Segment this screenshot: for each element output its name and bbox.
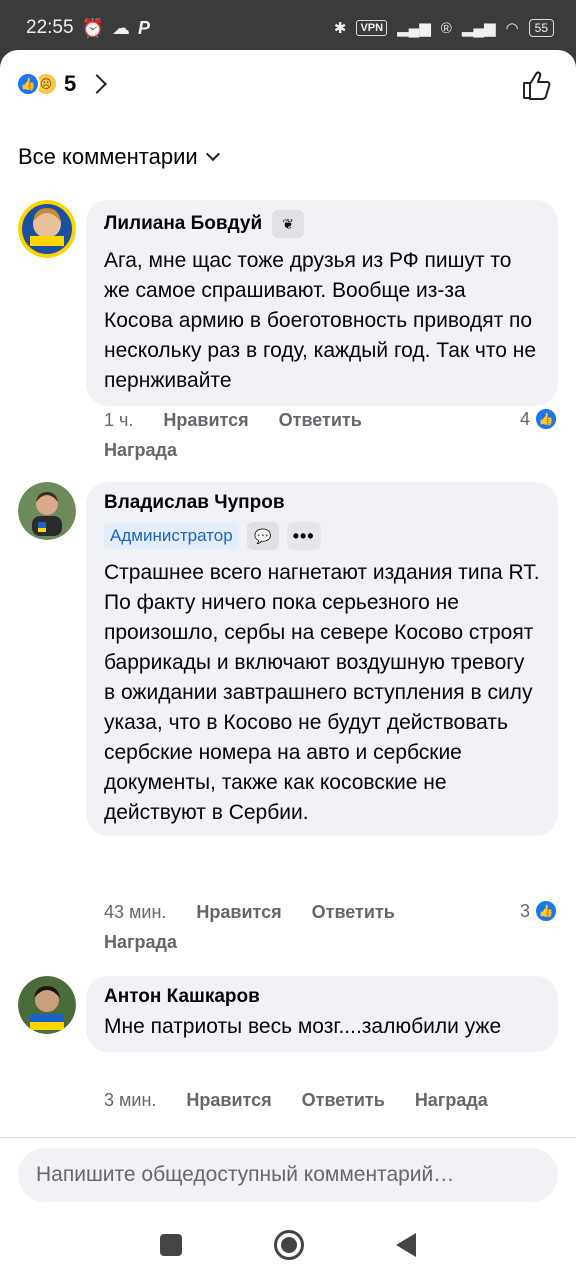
- comments-sheet: 👍 ☹ 5 Все комментарии Лилиана Бовдуй ❦ А…: [0, 50, 576, 1280]
- reply-action[interactable]: Ответить: [279, 410, 362, 431]
- top-fan-badge-icon[interactable]: ❦: [272, 210, 305, 238]
- comment-filter-dropdown[interactable]: Все комментарии: [18, 144, 220, 170]
- system-navigation-bar: [0, 1210, 576, 1280]
- comment-input-placeholder: Напишите общедоступный комментарий…: [36, 1163, 455, 1186]
- award-action[interactable]: Награда: [415, 1090, 488, 1111]
- comment-input[interactable]: Напишите общедоступный комментарий…: [18, 1148, 558, 1202]
- chevron-down-icon: [205, 146, 220, 162]
- like-button[interactable]: [520, 68, 554, 102]
- status-time: 22:55: [26, 17, 74, 38]
- comment-actions: 3 мин. Нравится Ответить Награда: [104, 1090, 488, 1111]
- comment-author[interactable]: Лилиана Бовдуй: [104, 213, 262, 235]
- chevron-right-icon: [87, 74, 108, 94]
- battery-indicator: 55: [528, 19, 554, 37]
- app-p-icon: P: [137, 17, 150, 38]
- like-reaction-icon: 👍: [534, 899, 558, 923]
- avatar[interactable]: [18, 200, 76, 258]
- comment-actions: 43 мин. Нравится Ответить: [104, 902, 395, 923]
- like-reaction-icon: 👍: [16, 72, 40, 96]
- award-action[interactable]: Награда: [104, 932, 177, 953]
- reply-action[interactable]: Ответить: [312, 902, 395, 923]
- signal-icon-2: ▂▄▆: [461, 20, 496, 37]
- comment-like-count[interactable]: 4 👍: [520, 407, 558, 431]
- comment-time[interactable]: 1 ч.: [104, 410, 133, 431]
- avatar[interactable]: [18, 976, 76, 1034]
- conversation-starter-badge-icon[interactable]: 💬: [246, 522, 279, 550]
- comment-time[interactable]: 3 мин.: [104, 1090, 156, 1111]
- admin-badge[interactable]: Администратор: [104, 523, 239, 549]
- alarm-icon: ⏰: [81, 17, 104, 38]
- filter-label: Все комментарии: [18, 144, 198, 169]
- comment-time[interactable]: 43 мин.: [104, 902, 166, 923]
- comment-text: Мне патриоты весь мозг....залюбили уже: [104, 1015, 502, 1038]
- comment-like-count[interactable]: 3 👍: [520, 899, 558, 923]
- like-action[interactable]: Нравится: [163, 410, 248, 431]
- vpn-badge: VPN: [356, 20, 388, 36]
- like-action[interactable]: Нравится: [196, 902, 281, 923]
- comment-actions: 1 ч. Нравится Ответить: [104, 410, 362, 431]
- reaction-count: 5: [64, 71, 77, 96]
- status-bar: 22:55 ⏰ ☁ P ✱ VPN ▂▄▆ ® ▂▄▆ ◠ 55: [0, 0, 576, 56]
- comment-text: Страшнее всего нагнетают издания типа RT…: [104, 561, 540, 824]
- recents-button[interactable]: [160, 1234, 182, 1256]
- home-button[interactable]: [274, 1230, 304, 1260]
- like-action[interactable]: Нравится: [186, 1090, 271, 1111]
- like-count-value: 4: [519, 408, 530, 429]
- wifi-icon: ◠: [505, 20, 519, 37]
- avatar[interactable]: [18, 482, 76, 540]
- comment-bubble[interactable]: Лилиана Бовдуй ❦ Ага, мне щас тоже друзь…: [86, 200, 558, 406]
- back-button[interactable]: [396, 1233, 416, 1257]
- more-badges-icon[interactable]: •••: [286, 522, 321, 550]
- award-action[interactable]: Награда: [104, 440, 177, 461]
- like-count-value: 3: [519, 900, 530, 921]
- comment-text: Ага, мне щас тоже друзья из РФ пишут то …: [104, 249, 537, 392]
- reply-action[interactable]: Ответить: [302, 1090, 385, 1111]
- comment-author[interactable]: Владислав Чупров: [104, 492, 285, 514]
- registered-icon: ®: [440, 19, 452, 37]
- divider: [0, 1137, 576, 1138]
- comment-author[interactable]: Антон Кашкаров: [104, 986, 260, 1008]
- comment-bubble[interactable]: Антон Кашкаров Мне патриоты весь мозг...…: [86, 976, 558, 1052]
- like-reaction-icon: 👍: [534, 407, 558, 431]
- reactions-summary[interactable]: 👍 ☹ 5: [16, 68, 108, 100]
- cloud-icon: ☁: [111, 17, 130, 38]
- bluetooth-icon: ✱: [333, 20, 347, 37]
- signal-icon: ▂▄▆: [397, 20, 431, 37]
- comment-bubble[interactable]: Владислав Чупров Администратор 💬 ••• Стр…: [86, 482, 558, 836]
